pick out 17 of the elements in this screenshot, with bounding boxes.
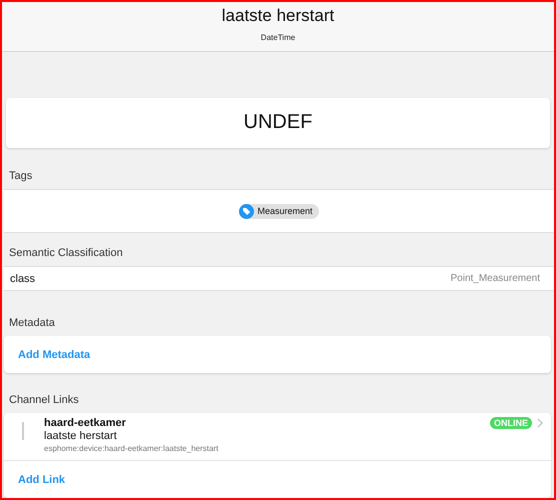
- channel-link-item[interactable]: haard-eetkamer laatste herstart esphome:device:haard-eetkamer:laatste_herstart ONLINE: [4, 413, 551, 461]
- channel-name: laatste herstart: [44, 430, 118, 442]
- channel-uid: esphome:device:haard-eetkamer:laatste_herstart: [44, 444, 218, 453]
- section-heading: Metadata: [8, 317, 56, 330]
- tag-chip[interactable]: Measurement: [239, 204, 319, 218]
- chevron-icon: [537, 418, 543, 428]
- status-badge: ONLINE: [490, 417, 532, 429]
- state-value: UNDEF: [244, 111, 312, 134]
- section-heading: Semantic Classification: [8, 247, 124, 260]
- thing-name: haard-eetkamer: [44, 417, 127, 429]
- row-value: Point_Measurement: [450, 273, 540, 284]
- section-heading: Channel Links: [8, 394, 80, 407]
- page-title: laatste herstart: [222, 6, 334, 26]
- item-type: DateTime: [260, 33, 296, 42]
- section-heading: Tags: [8, 170, 34, 183]
- row-label: class: [10, 272, 36, 284]
- tag-icon: [239, 204, 254, 218]
